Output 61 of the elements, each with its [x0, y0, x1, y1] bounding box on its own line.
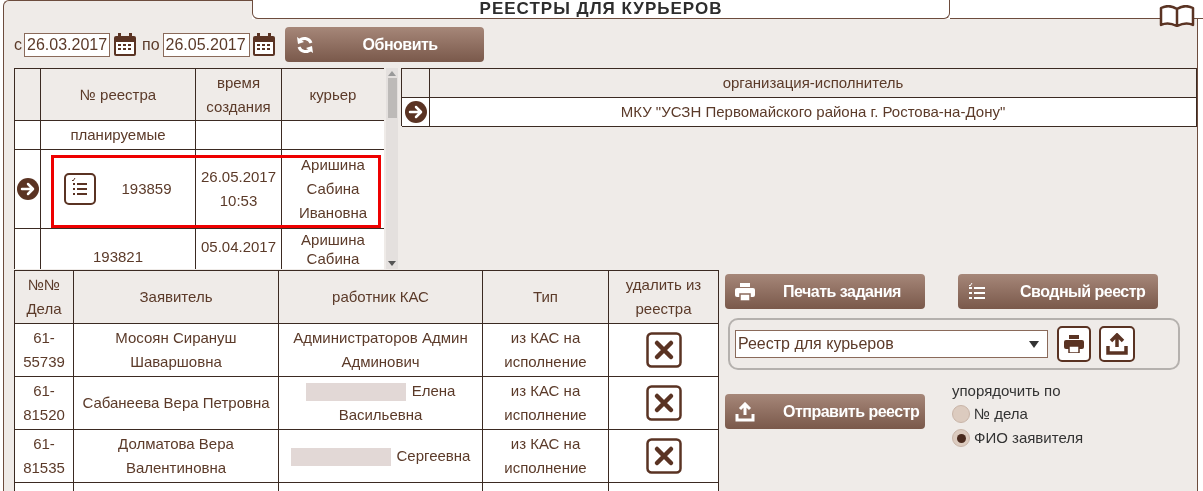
send-register-button[interactable]: Отправить реестр [725, 394, 925, 429]
applicant-name: Долматова Вера Валентиновна [117, 434, 235, 478]
group-label: планируемые [70, 125, 166, 145]
date-field[interactable]: 26.05.2017 [162, 32, 250, 57]
case-number: 61-55739 [22, 328, 66, 372]
print-task-button[interactable]: Печать задания [725, 274, 925, 309]
refresh-icon [294, 34, 315, 55]
worker-name: Сергеевна [396, 447, 471, 464]
created-time: 05.04.2017 [200, 237, 277, 257]
courier-name: Аришина Сабина [300, 230, 366, 268]
from-label: с [14, 34, 22, 55]
dropdown-caret-icon [1029, 340, 1039, 348]
summary-register-button[interactable]: Сводный реестр [958, 274, 1158, 309]
export-button[interactable] [1099, 326, 1135, 362]
created-time: 26.05.2017 10:53 [199, 167, 278, 211]
sort-option[interactable]: № дела [952, 402, 1084, 426]
arrow-circle-icon[interactable] [404, 101, 427, 123]
book-icon[interactable] [1159, 5, 1195, 27]
upload-icon [1106, 333, 1128, 355]
worker-name: Администраторов Админ Админович [292, 328, 469, 372]
column-header: время создания [205, 72, 272, 117]
scrollbar[interactable] [386, 68, 398, 269]
printer-icon [1064, 335, 1084, 353]
applicant-name: Мосоян Сирануш Шаваршовна [114, 328, 238, 372]
checklist-icon [968, 282, 986, 301]
case-number: 61-81520 [22, 381, 66, 425]
radio-button[interactable] [952, 405, 970, 423]
delete-icon[interactable] [645, 332, 682, 368]
column-header: курьер [309, 84, 357, 105]
checklist-icon[interactable] [64, 173, 97, 205]
sort-label: упорядочить по [952, 381, 1062, 401]
case-type: из КАС на исполнение [503, 434, 588, 478]
calendar-icon[interactable] [113, 32, 137, 57]
worker-name: Елена Васильевна [338, 382, 456, 423]
to-label: по [142, 34, 160, 55]
register-number: 193859 [121, 179, 172, 199]
column-header: организация-исполнитель [722, 73, 904, 93]
refresh-button[interactable]: Обновить [284, 27, 484, 62]
print-button[interactable] [1057, 326, 1091, 362]
report-select[interactable]: Реестр для курьеров [735, 330, 1048, 358]
organization-name: МКУ "УСЗН Первомайского района г. Ростова-на-Дону" [620, 102, 1006, 122]
arrow-circle-icon[interactable] [16, 178, 39, 200]
column-header: Заявитель [139, 287, 213, 307]
column-header: Тип [533, 287, 558, 307]
upload-icon [735, 401, 755, 422]
case-number: 61-81535 [22, 434, 66, 478]
column-header: работник КАС [332, 287, 429, 307]
applicant-name: Сабанеева Вера Петровна [82, 393, 270, 413]
radio-button[interactable] [952, 429, 970, 447]
scrollbar-thumb[interactable] [387, 78, 397, 118]
register-number: 193821 [92, 247, 144, 267]
sort-option[interactable]: ФИО заявителя [952, 426, 1084, 450]
column-header: № реестра [79, 84, 157, 105]
delete-icon[interactable] [645, 385, 682, 421]
calendar-icon[interactable] [251, 32, 276, 57]
printer-icon [735, 282, 755, 301]
column-header: №№ Дела [25, 275, 63, 319]
date-field[interactable]: 26.03.2017 [24, 32, 110, 57]
column-header: удалить из реестра [624, 275, 703, 319]
delete-icon[interactable] [645, 438, 682, 474]
courier-name: Аришина Сабина Ивановна [297, 155, 369, 223]
